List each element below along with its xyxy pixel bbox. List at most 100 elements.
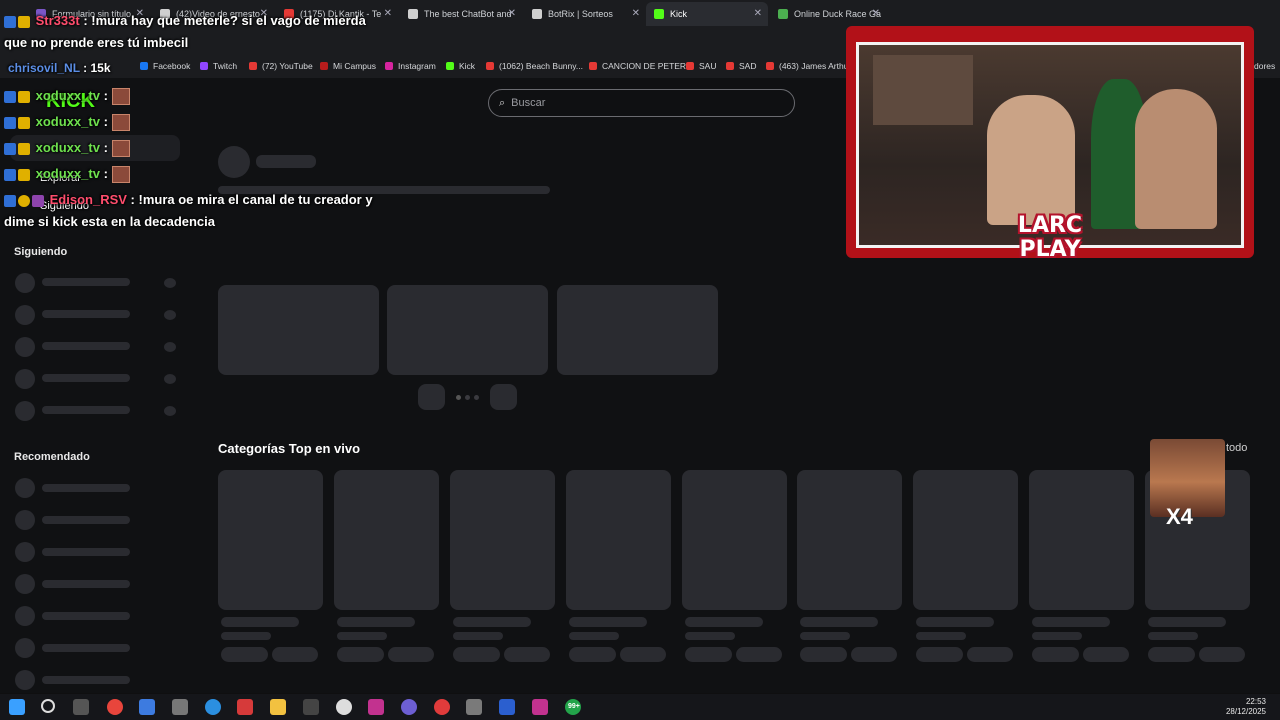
search-icon[interactable] [41,699,55,713]
app-icon[interactable] [368,699,384,715]
bookmark-instagram[interactable]: Instagram [385,61,436,71]
skeleton-line [453,632,503,640]
close-icon[interactable]: ✕ [754,8,762,19]
carousel-card[interactable] [218,285,379,375]
gem-icon [32,194,44,207]
carousel-card[interactable] [557,285,718,375]
bookmark-sau[interactable]: SAU [686,61,716,71]
skeleton-line [221,617,299,627]
discord-icon[interactable] [401,699,417,715]
category-card[interactable] [450,470,555,610]
clock-date: 28/12/2025 [1225,707,1266,716]
close-icon[interactable]: ✕ [384,8,392,19]
skeleton-line [42,580,130,588]
bookmark-beach-bunny[interactable]: (1062) Beach Bunny... [486,61,583,71]
tab-label: BotRix | Sorteos [548,9,613,19]
wall-shelf [873,55,973,125]
skeleton-avatar [15,574,35,594]
tab-botrix[interactable]: BotRix | Sorteos ✕ [524,2,646,26]
edge-icon[interactable] [205,699,221,715]
bookmark-james-arthur[interactable]: (463) James Arthur [766,61,851,71]
chat-text: : [103,88,108,103]
see-all-link[interactable]: todo [1226,442,1247,454]
close-icon[interactable]: ✕ [508,8,516,19]
bookmark-folder[interactable]: dores [1254,61,1275,71]
skeleton-line [42,278,130,286]
campus-icon [320,62,328,70]
app-icon[interactable] [532,699,548,715]
chat-text: : [103,140,108,155]
badge-icon [4,168,16,181]
category-card[interactable] [334,470,439,610]
skeleton-tag [569,647,616,662]
tab-chatbot[interactable]: The best ChatBot and ✕ [400,2,522,26]
carousel-card[interactable] [387,285,548,375]
following-heading: Siguiendo [14,246,68,258]
bookmark-mi-campus[interactable]: Mi Campus [320,61,376,71]
task-view-icon[interactable] [73,699,89,715]
badge-icon [4,142,16,155]
tab-kick[interactable]: Kick ✕ [646,2,768,26]
close-icon[interactable]: ✕ [632,8,640,19]
carousel-prev-button[interactable] [418,384,445,410]
chat-username: xoduxx_tv [35,114,100,129]
app-icon[interactable] [237,699,253,715]
skeleton-tag [337,647,384,662]
crown-icon [18,116,30,129]
bookmark-youtube[interactable]: (72) YouTube [249,61,313,71]
skeleton-dot [164,278,176,288]
skeleton-tag [1032,647,1079,662]
system-clock[interactable]: 22:53 28/12/2025 [1226,697,1266,717]
word-icon[interactable] [499,699,515,715]
carousel-dot[interactable] [465,395,470,400]
folder-icon[interactable] [270,699,286,715]
category-card[interactable] [913,470,1018,610]
skeleton-line [453,617,531,627]
bookmark-cancion-peter[interactable]: CANCION DE PETER [589,61,686,71]
skeleton-line [221,632,271,640]
category-card[interactable] [682,470,787,610]
category-card[interactable] [566,470,671,610]
chat-message: xoduxx_tv : [4,166,130,184]
chrome-icon[interactable] [107,699,123,715]
close-icon[interactable]: ✕ [872,8,880,19]
skeleton-line [569,617,647,627]
skeleton-tag [736,647,782,662]
app-icon[interactable] [336,699,352,715]
skeleton-tag [272,647,318,662]
skeleton-dot [164,374,176,384]
coin-icon [18,194,30,207]
skeleton-avatar [15,638,35,658]
skeleton-avatar [15,670,35,690]
store-icon[interactable] [139,699,155,715]
app-icon[interactable] [303,699,319,715]
carousel-dot[interactable] [474,395,479,400]
app-icon[interactable] [172,699,188,715]
start-icon[interactable] [9,699,25,715]
skeleton-line [916,632,966,640]
skeleton-line [569,632,619,640]
carousel-next-button[interactable] [490,384,517,410]
chat-text: : [103,166,108,181]
chat-username: xoduxx_tv [35,88,100,103]
category-card[interactable] [1029,470,1134,610]
skeleton-line [1032,632,1082,640]
app-icon[interactable] [434,699,450,715]
search-input[interactable]: ⌕ Buscar [488,89,795,117]
category-card[interactable] [797,470,902,610]
bookmark-sad[interactable]: SAD [726,61,756,71]
carousel-dot[interactable] [456,395,461,400]
chat-username: Str333t [35,13,80,28]
category-card[interactable] [218,470,323,610]
skeleton-line [337,632,387,640]
skeleton-dot [164,342,176,352]
bookmark-facebook[interactable]: Facebook [140,61,190,71]
bookmark-twitch[interactable]: Twitch [200,61,237,71]
skeleton-line [1148,632,1198,640]
skeleton-dot [164,406,176,416]
bookmark-kick[interactable]: Kick [446,61,475,71]
meme-multiplier: X4 [1166,504,1193,529]
skeleton-line [42,516,130,524]
calculator-icon[interactable] [466,699,482,715]
tab-duck-race[interactable]: Online Duck Race Ga ✕ [770,2,886,26]
